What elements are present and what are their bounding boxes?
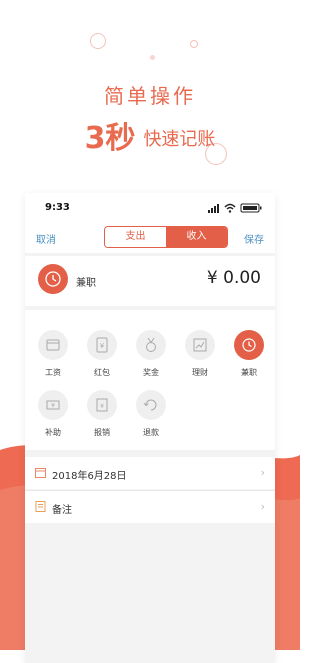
date-label: 2018年6月28日: [52, 471, 127, 482]
note-label: 备注: [52, 505, 72, 516]
note-icon: [35, 501, 46, 512]
category-label: 奖金: [143, 368, 159, 377]
status-time: 9:33: [45, 202, 70, 213]
promo-highlight: 3秒: [84, 121, 136, 156]
status-icons: [208, 203, 262, 213]
type-segmented-control: 支出 收入: [104, 226, 228, 248]
category-label: 补助: [45, 428, 61, 437]
status-bar: 9:33: [25, 193, 275, 223]
clock-icon: [45, 271, 61, 287]
wallet-icon: [38, 330, 68, 360]
medal-icon: [136, 330, 166, 360]
svg-text:¥: ¥: [100, 342, 105, 350]
promo-line2: 3秒 快速记账: [0, 113, 300, 157]
category-grid: 工资 ¥ 红包 奖金 理财 兼职 ¥ 补助 ¥ 报销 退款: [25, 310, 275, 450]
decor-dot: [150, 55, 155, 60]
note-row[interactable]: 备注 ›: [25, 491, 275, 523]
chart-icon: [185, 330, 215, 360]
category-bonus[interactable]: 奖金: [129, 330, 173, 378]
category-label: 工资: [45, 368, 61, 377]
clock-icon: [234, 330, 264, 360]
category-label: 理财: [192, 368, 208, 377]
signal-icon: [208, 204, 219, 213]
decor-dot: [190, 40, 198, 48]
battery-icon: [240, 203, 262, 213]
phone-mockup: 9:33 取消 支出 收入 保存 兼职 ¥ 0.00 工资 ¥ 红包 奖金 理财…: [25, 193, 275, 663]
category-allowance[interactable]: ¥ 补助: [31, 390, 75, 438]
amount-row[interactable]: 兼职 ¥ 0.00: [25, 256, 275, 306]
tab-expense[interactable]: 支出: [105, 227, 166, 247]
svg-text:¥: ¥: [51, 403, 55, 410]
category-reimburse[interactable]: ¥ 报销: [80, 390, 124, 438]
promo-line1: 简单操作: [104, 84, 196, 108]
reimburse-icon: ¥: [87, 390, 117, 420]
category-wage[interactable]: 工资: [31, 330, 75, 378]
chevron-right-icon: ›: [260, 466, 265, 479]
date-row[interactable]: 2018年6月28日 ›: [25, 457, 275, 489]
tab-income[interactable]: 收入: [166, 227, 227, 247]
category-refund[interactable]: 退款: [129, 390, 173, 438]
category-finance[interactable]: 理财: [178, 330, 222, 378]
selected-category-name: 兼职: [76, 278, 96, 289]
category-label: 退款: [143, 428, 159, 437]
refund-icon: [136, 390, 166, 420]
wifi-icon: [224, 203, 236, 213]
category-label: 报销: [94, 428, 110, 437]
selected-category-icon: [38, 264, 68, 294]
svg-text:¥: ¥: [100, 403, 104, 410]
category-label: 兼职: [241, 368, 257, 377]
save-button[interactable]: 保存: [244, 231, 264, 246]
category-label: 红包: [94, 368, 110, 377]
category-red-packet[interactable]: ¥ 红包: [80, 330, 124, 378]
allowance-icon: ¥: [38, 390, 68, 420]
decor-circle: [90, 33, 106, 49]
promo-line2-text: 快速记账: [143, 129, 216, 150]
chevron-right-icon: ›: [260, 500, 265, 513]
calendar-icon: [35, 468, 46, 478]
cancel-button[interactable]: 取消: [36, 231, 56, 246]
red-packet-icon: ¥: [87, 330, 117, 360]
category-parttime[interactable]: 兼职: [227, 330, 271, 378]
nav-bar: 取消 支出 收入 保存: [25, 223, 275, 253]
amount-display[interactable]: ¥ 0.00: [207, 268, 261, 288]
